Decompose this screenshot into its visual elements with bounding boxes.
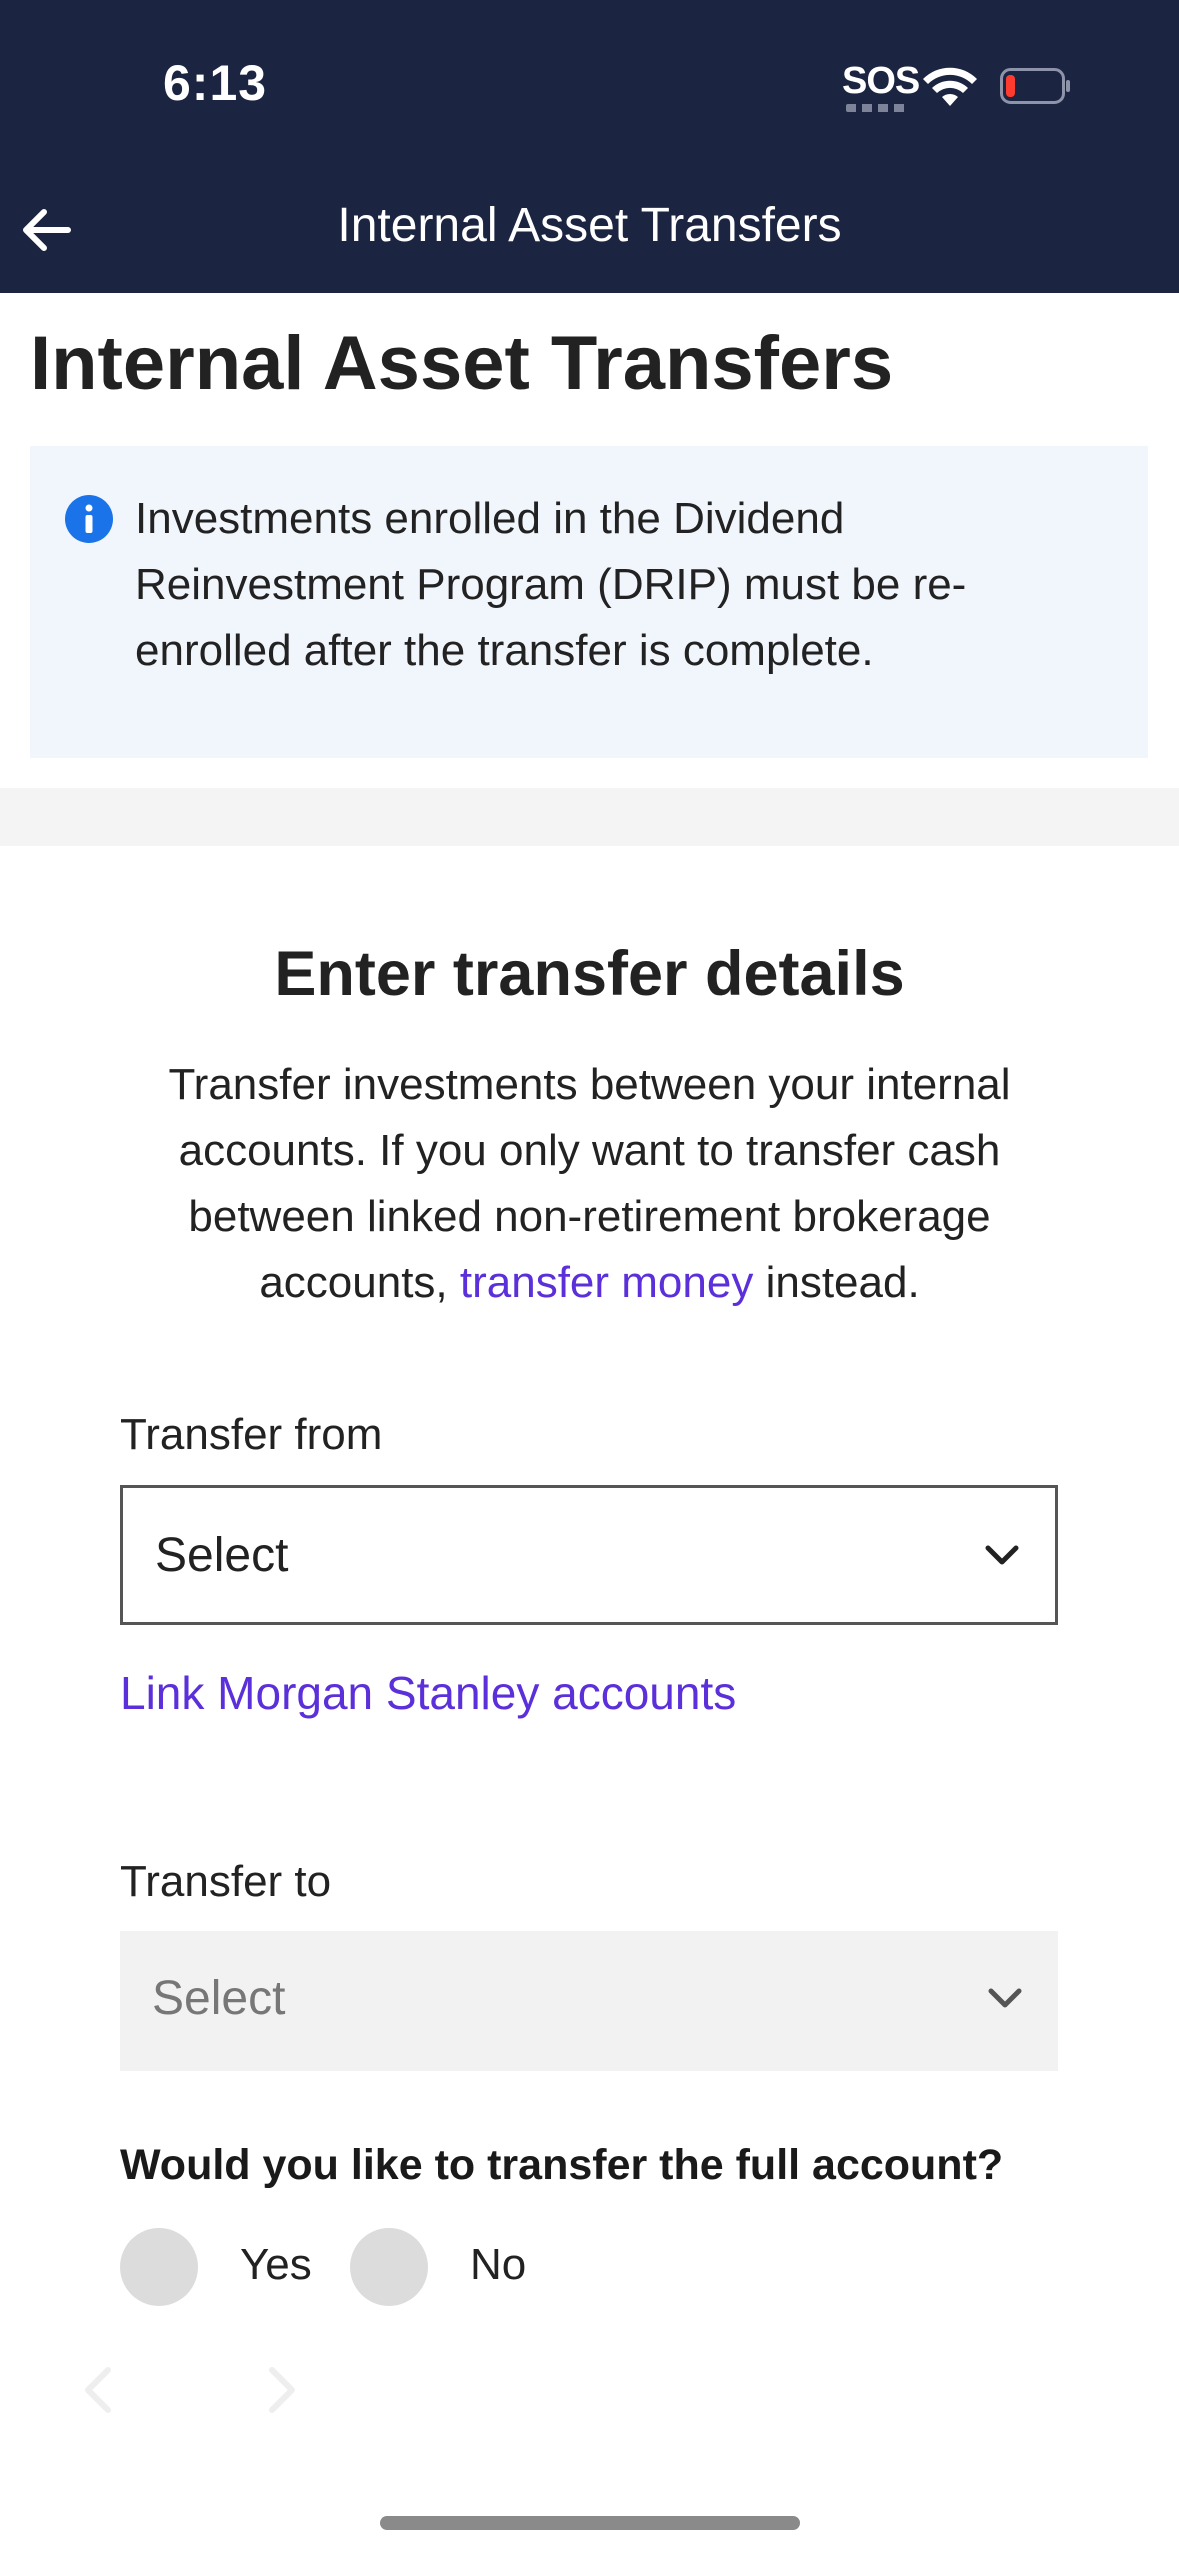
nav-title: Internal Asset Transfers [337,199,842,252]
transfer-money-link[interactable]: transfer money [460,1258,753,1307]
transfer-to-select[interactable]: Select [120,1931,1058,2071]
info-icon [65,495,113,543]
status-sos: SOS [842,60,920,102]
transfer-from-value: Select [155,1529,289,1582]
battery-icon [1000,68,1070,104]
radio-yes[interactable] [120,2228,198,2306]
info-text: Investments enrolled in the Dividend Rei… [135,494,967,675]
chevron-down-icon [988,1988,1022,2008]
chevron-left-icon[interactable] [70,2360,130,2420]
wifi-icon [923,67,977,106]
radio-no[interactable] [350,2228,428,2306]
section-title: Enter transfer details [274,939,905,1009]
status-time: 6:13 [163,55,268,111]
section-description: Transfer investments between your intern… [120,1052,1059,1316]
transfer-from-label: Transfer from [120,1410,383,1459]
signal-dots [846,104,906,112]
transfer-from-select[interactable]: Select [120,1485,1058,1625]
chevron-down-icon [985,1545,1019,1565]
radio-no-label: No [470,2240,527,2289]
full-account-question: Would you like to transfer the full acco… [120,2141,1004,2189]
link-accounts-link[interactable]: Link Morgan Stanley accounts [120,1666,736,1720]
home-indicator[interactable] [380,2516,800,2530]
info-banner: Investments enrolled in the Dividend Rei… [30,446,1148,758]
chevron-right-icon[interactable] [250,2360,310,2420]
top-bar: 6:13 SOS Internal Asset Transfers [0,0,1179,293]
description-text-end: instead. [753,1258,920,1307]
radio-yes-label: Yes [240,2240,312,2289]
page-title: Internal Asset Transfers [30,321,894,406]
transfer-to-label: Transfer to [120,1857,332,1906]
transfer-to-value: Select [152,1972,286,2025]
section-divider [0,788,1179,846]
